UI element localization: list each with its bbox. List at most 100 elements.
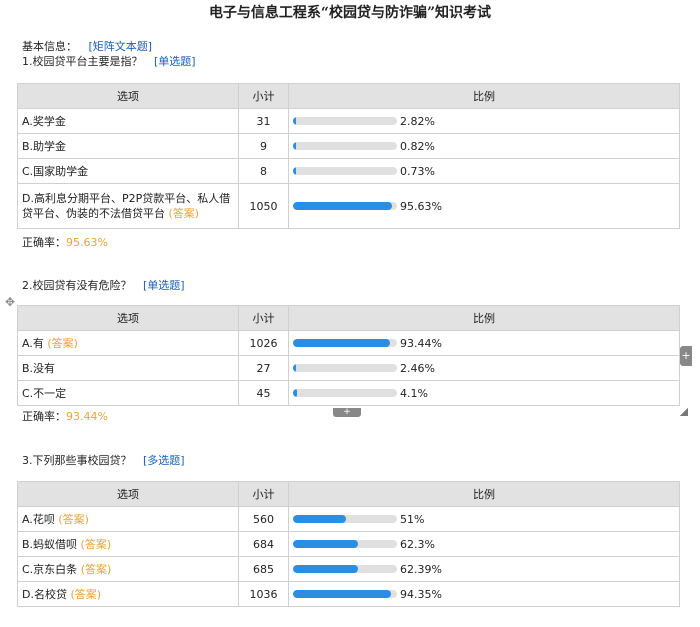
correct-rate-value: 93.44%: [66, 410, 108, 423]
answer-tag: (答案): [168, 207, 200, 220]
header-option: 选项: [17, 481, 239, 507]
ratio-percent: 51%: [400, 512, 425, 526]
header-option: 选项: [17, 83, 239, 109]
option-label: B.蚂蚁借呗: [22, 538, 78, 551]
option-label: C.不一定: [22, 387, 67, 400]
ratio-bar-fill: [293, 339, 391, 347]
ratio-bar: [293, 540, 397, 548]
ratio-cell: 93.44%: [288, 330, 680, 356]
count-cell: 684: [238, 531, 289, 557]
option-cell: C.不一定: [17, 380, 239, 406]
table-row: B.没有 27 2.46%: [17, 355, 680, 381]
question-1-title: 1.校园贷平台主要是指？ [单选题]: [22, 53, 196, 69]
option-label: A.花呗: [22, 513, 55, 526]
header-count: 小计: [238, 83, 289, 109]
ratio-bar-fill: [293, 515, 347, 523]
result-table-q2: 选项 小计 比例 A.有 (答案) 1026 93.44% B.没有 27 2.46% C.…: [17, 305, 680, 406]
table-row: C.国家助学金 8 0.73%: [17, 158, 680, 184]
table-row: B.助学金 9 0.82%: [17, 133, 680, 159]
option-cell: B.助学金: [17, 133, 239, 159]
ratio-cell: 62.39%: [288, 556, 680, 582]
count-cell: 685: [238, 556, 289, 582]
option-cell: D.高利息分期平台、P2P贷款平台、私人借贷平台、伪装的不法借贷平台 (答案): [17, 183, 239, 229]
basic-info: 基本信息： [矩阵文本题]: [22, 38, 152, 54]
question-title-text: 2.校园贷有没有危险？: [22, 279, 132, 292]
table-row: C.京东白条 (答案) 685 62.39%: [17, 556, 680, 582]
page-title: 电子与信息工程系“校园贷与防诈骗”知识考试: [208, 5, 492, 21]
move-icon[interactable]: ✥: [5, 296, 17, 308]
answer-tag: (答案): [47, 337, 78, 350]
header-ratio: 比例: [288, 481, 680, 507]
table-header-row: 选项 小计 比例: [17, 305, 680, 331]
count-cell: 8: [238, 158, 289, 184]
ratio-bar-fill: [293, 117, 296, 125]
resize-handle-icon[interactable]: [680, 408, 688, 416]
table-row: D.高利息分期平台、P2P贷款平台、私人借贷平台、伪装的不法借贷平台 (答案) 1…: [17, 183, 680, 229]
question-type[interactable]: [单选题]: [143, 279, 185, 292]
question-type[interactable]: [单选题]: [154, 55, 196, 68]
ratio-bar-fill: [293, 364, 296, 372]
ratio-percent: 94.35%: [400, 587, 442, 601]
result-table-q1: 选项 小计 比例 A.奖学金 31 2.82% B.助学金 9 0.82% C.国家助学金 8…: [17, 83, 680, 229]
correct-rate-label: 正确率：: [22, 236, 66, 249]
ratio-bar-fill: [293, 202, 393, 210]
question-2-title: 2.校园贷有没有危险？ [单选题]: [22, 277, 185, 293]
ratio-bar: [293, 167, 397, 175]
table-row: A.有 (答案) 1026 93.44%: [17, 330, 680, 356]
ratio-bar: [293, 389, 397, 397]
count-cell: 27: [238, 355, 289, 381]
ratio-percent: 0.73%: [400, 164, 435, 178]
ratio-bar-fill: [293, 590, 392, 598]
answer-tag: (答案): [70, 588, 102, 601]
option-cell: A.花呗 (答案): [17, 506, 239, 532]
correct-rate-label: 正确率：: [22, 410, 66, 423]
count-cell: 45: [238, 380, 289, 406]
ratio-bar: [293, 565, 397, 573]
ratio-cell: 4.1%: [288, 380, 680, 406]
header-ratio: 比例: [288, 305, 680, 331]
add-row-button[interactable]: +: [333, 408, 361, 417]
count-cell: 1026: [238, 330, 289, 356]
basic-info-label: 基本信息：: [22, 40, 77, 53]
option-cell: A.奖学金: [17, 108, 239, 134]
ratio-cell: 0.73%: [288, 158, 680, 184]
ratio-bar: [293, 339, 397, 347]
ratio-bar-fill: [293, 389, 298, 397]
option-cell: A.有 (答案): [17, 330, 239, 356]
result-table-q3: 选项 小计 比例 A.花呗 (答案) 560 51% B.蚂蚁借呗 (答案) 684 62…: [17, 481, 680, 607]
ratio-cell: 51%: [288, 506, 680, 532]
ratio-percent: 2.46%: [400, 361, 435, 375]
answer-tag: (答案): [58, 513, 89, 526]
correct-rate-q2: 正确率：93.44%: [22, 408, 108, 424]
ratio-percent: 4.1%: [400, 386, 428, 400]
answer-tag: (答案): [80, 563, 112, 576]
ratio-percent: 93.44%: [400, 336, 442, 350]
count-cell: 1036: [238, 581, 289, 607]
question-type[interactable]: [多选题]: [143, 454, 185, 467]
option-cell: B.蚂蚁借呗 (答案): [17, 531, 239, 557]
option-label: C.国家助学金: [22, 165, 89, 178]
ratio-cell: 2.46%: [288, 355, 680, 381]
ratio-bar: [293, 117, 397, 125]
option-label: A.奖学金: [22, 115, 66, 128]
question-title-text: 1.校园贷平台主要是指？: [22, 55, 143, 68]
table-row: C.不一定 45 4.1%: [17, 380, 680, 406]
header-option: 选项: [17, 305, 239, 331]
basic-info-tag[interactable]: [矩阵文本题]: [89, 40, 153, 53]
table-row: B.蚂蚁借呗 (答案) 684 62.3%: [17, 531, 680, 557]
option-label: D.名校贷: [22, 588, 67, 601]
option-label: C.京东白条: [22, 563, 78, 576]
ratio-bar-fill: [293, 565, 358, 573]
add-column-button[interactable]: +: [680, 346, 692, 366]
ratio-bar: [293, 590, 397, 598]
ratio-bar: [293, 202, 397, 210]
option-label: A.有: [22, 337, 44, 350]
count-cell: 9: [238, 133, 289, 159]
ratio-bar: [293, 515, 397, 523]
count-cell: 31: [238, 108, 289, 134]
option-label: B.助学金: [22, 140, 67, 153]
ratio-cell: 94.35%: [288, 581, 680, 607]
ratio-bar-fill: [293, 167, 296, 175]
table-row: A.花呗 (答案) 560 51%: [17, 506, 680, 532]
ratio-bar: [293, 142, 397, 150]
